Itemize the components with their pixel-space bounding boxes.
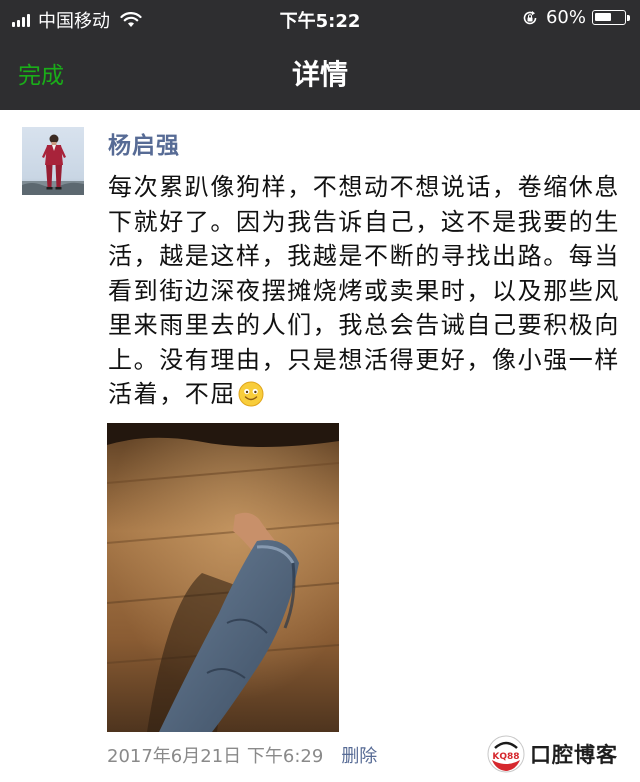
watermark: KQ88 口腔博客 — [486, 734, 618, 774]
smile-emoji-icon — [238, 381, 264, 407]
avatar[interactable] — [22, 127, 84, 195]
watermark-logo-text: KQ88 — [492, 752, 519, 762]
post-timestamp: 2017年6月21日 下午6:29 — [107, 746, 324, 767]
page-title: 详情 — [291, 58, 348, 91]
delete-button[interactable]: 删除 — [341, 742, 377, 768]
watermark-text: 口腔博客 — [530, 743, 618, 767]
post-body: 每次累趴像狗样，不想动不想说话，卷缩休息下就好了。因为我告诉自己，这不是我要的生… — [108, 173, 620, 408]
post-meta: 2017年6月21日 下午6:29 删除 — [107, 742, 377, 768]
battery-icon — [592, 10, 630, 25]
battery-fill — [595, 13, 611, 21]
status-bar: 中国移动 下午5:22 60% — [0, 0, 640, 36]
rotation-lock-icon — [523, 10, 537, 24]
author-name[interactable]: 杨启强 — [108, 126, 180, 160]
post-text: 每次累趴像狗样，不想动不想说话，卷缩休息下就好了。因为我告诉自己，这不是我要的生… — [108, 170, 628, 412]
post-photo[interactable] — [107, 423, 339, 732]
nav-bar: 完成 详情 — [0, 36, 640, 110]
battery-percent: 60% — [545, 7, 586, 28]
photo-image — [107, 423, 339, 732]
status-bar-right: 60% — [522, 7, 630, 28]
watermark-logo: KQ88 — [487, 735, 525, 773]
avatar-image — [22, 127, 84, 195]
